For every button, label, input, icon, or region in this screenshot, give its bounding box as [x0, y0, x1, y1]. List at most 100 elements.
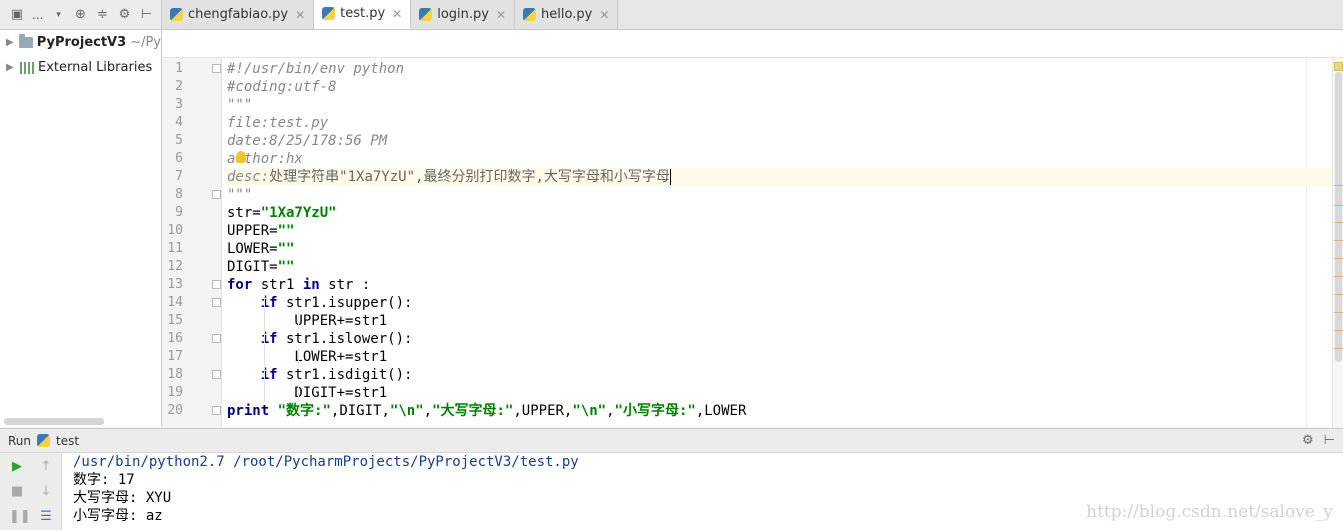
fold-marker-icon[interactable]	[212, 406, 221, 415]
stripe-marker[interactable]	[1334, 294, 1343, 295]
code-line[interactable]: if str1.islower():	[227, 330, 1332, 348]
stripe-marker[interactable]	[1334, 258, 1343, 259]
console-line: /usr/bin/python2.7 /root/PycharmProjects…	[73, 454, 579, 470]
fold-marker-icon[interactable]	[212, 298, 221, 307]
line-number: 10	[167, 223, 183, 238]
vertical-scrollbar[interactable]	[1335, 72, 1342, 362]
stripe-marker[interactable]	[1334, 222, 1343, 223]
editor-tab[interactable]: test.py ✕	[314, 0, 412, 29]
stripe-marker[interactable]	[1334, 240, 1343, 241]
editor-tab-bar: chengfabiao.py ✕ test.py ✕ login.py ✕ hello.py…	[162, 0, 1343, 30]
close-tab-icon[interactable]: ✕	[392, 7, 402, 21]
line-number: 19	[167, 385, 183, 400]
stripe-marker[interactable]	[1334, 348, 1343, 349]
project-view-title[interactable]: ...	[32, 8, 43, 22]
tree-item-project[interactable]: ▶ PyProjectV3 ~/Py	[0, 30, 161, 55]
code-line[interactable]: desc:处理字符串"1Xa7YzU",最终分别打印数字,大写字母和小写字母	[227, 168, 1332, 186]
code-line[interactable]: #!/usr/bin/env python	[227, 60, 1332, 78]
code-line[interactable]: """	[227, 96, 1332, 114]
pause-icon[interactable]: ❚❚	[9, 509, 31, 525]
hide-panel-icon[interactable]: ⊢	[139, 7, 153, 22]
fold-marker-icon[interactable]	[212, 334, 221, 343]
indent-guide	[298, 384, 299, 402]
soft-wrap-icon[interactable]: ☰	[38, 509, 54, 525]
tab-label: login.py	[437, 7, 489, 22]
code-editor[interactable]: 1 2 3 4 5 6 7 8 9 10 11 12 13 14 15 16 17 18 19 20 #!/usr/b…	[162, 58, 1332, 427]
code-line[interactable]: file:test.py	[227, 114, 1332, 132]
editor-tab[interactable]: hello.py ✕	[515, 0, 619, 29]
settings-gear-icon[interactable]: ⚙	[1302, 433, 1314, 448]
code-line[interactable]: """	[227, 186, 1332, 204]
stripe-marker[interactable]	[1334, 205, 1343, 206]
lightbulb-intention-icon[interactable]	[236, 151, 246, 163]
project-view-icon[interactable]: ▣	[10, 7, 24, 22]
editor-tab[interactable]: chengfabiao.py ✕	[162, 0, 315, 29]
tree-item-external-libraries[interactable]: ▶ External Libraries	[0, 55, 161, 80]
python-file-icon	[419, 8, 433, 21]
run-panel-label[interactable]: Run	[8, 434, 31, 448]
external-libraries-label: External Libraries	[38, 60, 153, 75]
error-stripe[interactable]	[1332, 58, 1343, 427]
tab-label: hello.py	[541, 7, 593, 22]
code-line[interactable]: DIGIT+=str1	[227, 384, 1332, 402]
stripe-marker[interactable]	[1334, 312, 1343, 313]
editor-tab[interactable]: login.py ✕	[411, 0, 516, 29]
code-line[interactable]: for str1 in str :	[227, 276, 1332, 294]
settings-gear-icon[interactable]: ⚙	[117, 7, 131, 22]
indent-guide	[298, 312, 299, 330]
stop-square-icon[interactable]: ■	[9, 484, 25, 500]
run-toolbar: ▶ ↑ ■ ↓ ❚❚ ☰	[0, 453, 62, 530]
breadcrumb	[162, 30, 1343, 58]
expand-arrow-icon[interactable]: ▶	[6, 37, 19, 48]
code-line[interactable]: UPPER=""	[227, 222, 1332, 240]
scroll-from-source-icon[interactable]: ⊕	[73, 7, 87, 22]
code-line[interactable]: date:8/25/178:56 PM	[227, 132, 1332, 150]
fold-marker-icon[interactable]	[212, 280, 221, 289]
code-line[interactable]: LOWER=""	[227, 240, 1332, 258]
run-config-name[interactable]: test	[56, 434, 79, 448]
close-tab-icon[interactable]: ✕	[295, 8, 305, 22]
code-line[interactable]: str="1Xa7YzU"	[227, 204, 1332, 222]
fold-marker-icon[interactable]	[212, 190, 221, 199]
stripe-marker[interactable]	[1334, 276, 1343, 277]
hide-panel-icon[interactable]: ⊢	[1324, 433, 1335, 448]
close-tab-icon[interactable]: ✕	[496, 8, 506, 22]
code-line[interactable]: print "数字:",DIGIT,"\n","大写字母:",UPPER,"\n…	[227, 402, 1332, 420]
scroll-down-arrow-icon[interactable]: ↓	[38, 484, 54, 500]
fold-marker-icon[interactable]	[212, 370, 221, 379]
code-area[interactable]: #!/usr/bin/env python #coding:utf-8 """ fil…	[227, 58, 1332, 427]
collapse-all-icon[interactable]: ≑	[95, 7, 109, 22]
code-line[interactable]: #coding:utf-8	[227, 78, 1332, 96]
line-number: 8	[175, 187, 183, 202]
fold-marker-icon[interactable]	[212, 64, 221, 73]
stripe-marker[interactable]	[1334, 185, 1343, 186]
rerun-play-icon[interactable]: ▶	[9, 459, 25, 475]
run-panel-header: Run test ⚙ ⊢	[0, 428, 1343, 453]
line-number: 4	[175, 115, 183, 130]
line-number: 18	[167, 367, 183, 382]
folder-icon	[19, 34, 33, 48]
scroll-up-arrow-icon[interactable]: ↑	[38, 459, 54, 475]
run-console[interactable]: /usr/bin/python2.7 /root/PycharmProjects…	[62, 453, 1343, 530]
python-file-icon	[322, 7, 336, 20]
watermark-text: http://blog.csdn.net/salove_y	[1086, 502, 1333, 522]
code-line[interactable]: LOWER+=str1	[227, 348, 1332, 366]
code-line[interactable]: if str1.isupper():	[227, 294, 1332, 312]
code-line[interactable]: if str1.isdigit():	[227, 366, 1332, 384]
close-tab-icon[interactable]: ✕	[599, 8, 609, 22]
tab-label: chengfabiao.py	[188, 7, 289, 22]
dropdown-icon[interactable]: ▾	[51, 8, 65, 22]
expand-arrow-icon[interactable]: ▶	[6, 62, 20, 73]
code-line[interactable]: UPPER+=str1	[227, 312, 1332, 330]
python-file-icon	[37, 434, 51, 447]
inspection-status-icon[interactable]	[1334, 62, 1343, 71]
code-line[interactable]: author:hx	[227, 150, 1332, 168]
code-line[interactable]: DIGIT=""	[227, 258, 1332, 276]
horizontal-scrollbar[interactable]	[4, 418, 104, 425]
stripe-marker[interactable]	[1334, 330, 1343, 331]
python-file-icon	[523, 8, 537, 21]
line-number: 2	[175, 79, 183, 94]
line-number-gutter[interactable]: 1 2 3 4 5 6 7 8 9 10 11 12 13 14 15 16 17 18 19 20	[162, 58, 222, 427]
line-number: 9	[175, 205, 183, 220]
line-number: 16	[167, 331, 183, 346]
